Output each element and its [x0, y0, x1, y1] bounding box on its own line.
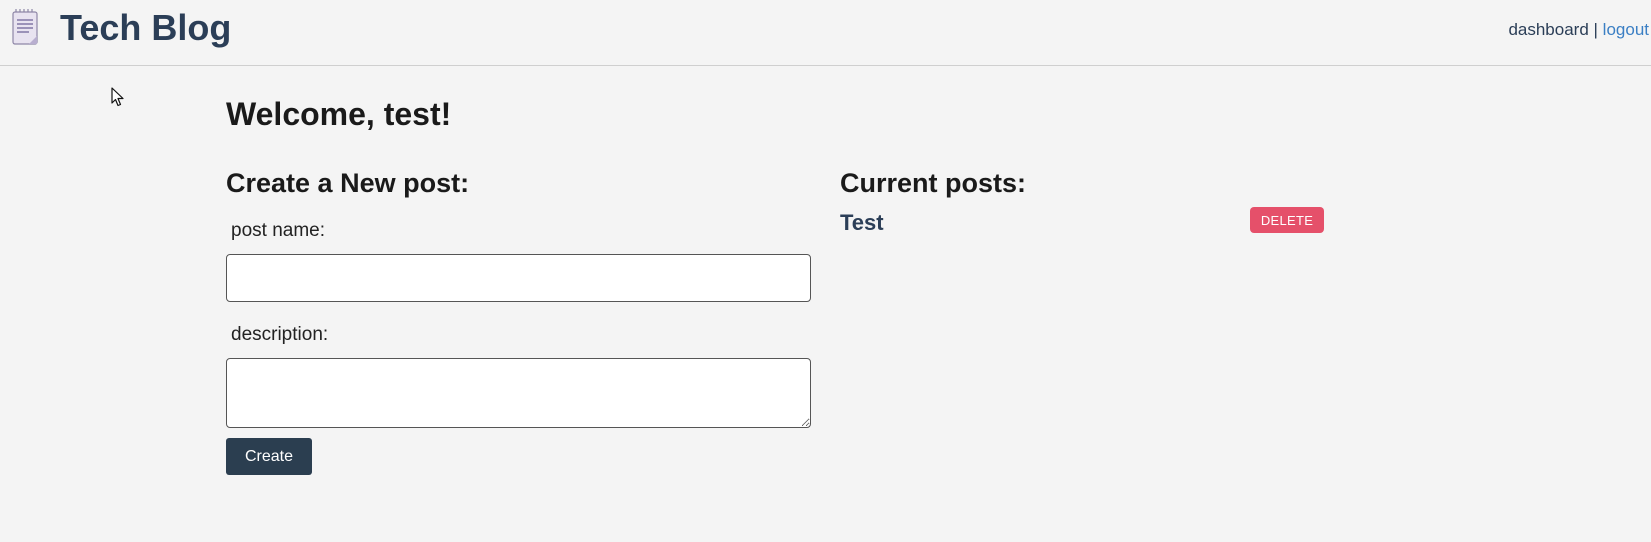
top-nav: dashboard | logout — [1508, 19, 1649, 41]
description-textarea[interactable] — [226, 358, 811, 428]
description-label: description: — [231, 324, 329, 345]
mouse-cursor-icon — [111, 87, 124, 107]
create-post-heading: Create a New post: — [226, 168, 470, 198]
dashboard-link[interactable]: dashboard — [1508, 20, 1588, 39]
site-title-link[interactable]: Tech Blog — [60, 8, 231, 48]
post-title-link[interactable]: Test — [840, 209, 884, 237]
notepad-icon — [12, 9, 38, 45]
delete-post-button[interactable]: DELETE — [1250, 207, 1324, 233]
logout-link[interactable]: logout — [1603, 20, 1649, 39]
welcome-heading: Welcome, test! — [226, 96, 452, 132]
site-header: Tech Blog dashboard | logout — [0, 0, 1651, 66]
post-name-label: post name: — [231, 220, 325, 241]
current-posts-heading: Current posts: — [840, 168, 1027, 198]
post-name-input[interactable] — [226, 254, 811, 302]
nav-separator: | — [1593, 20, 1598, 39]
create-button[interactable]: Create — [226, 438, 312, 475]
